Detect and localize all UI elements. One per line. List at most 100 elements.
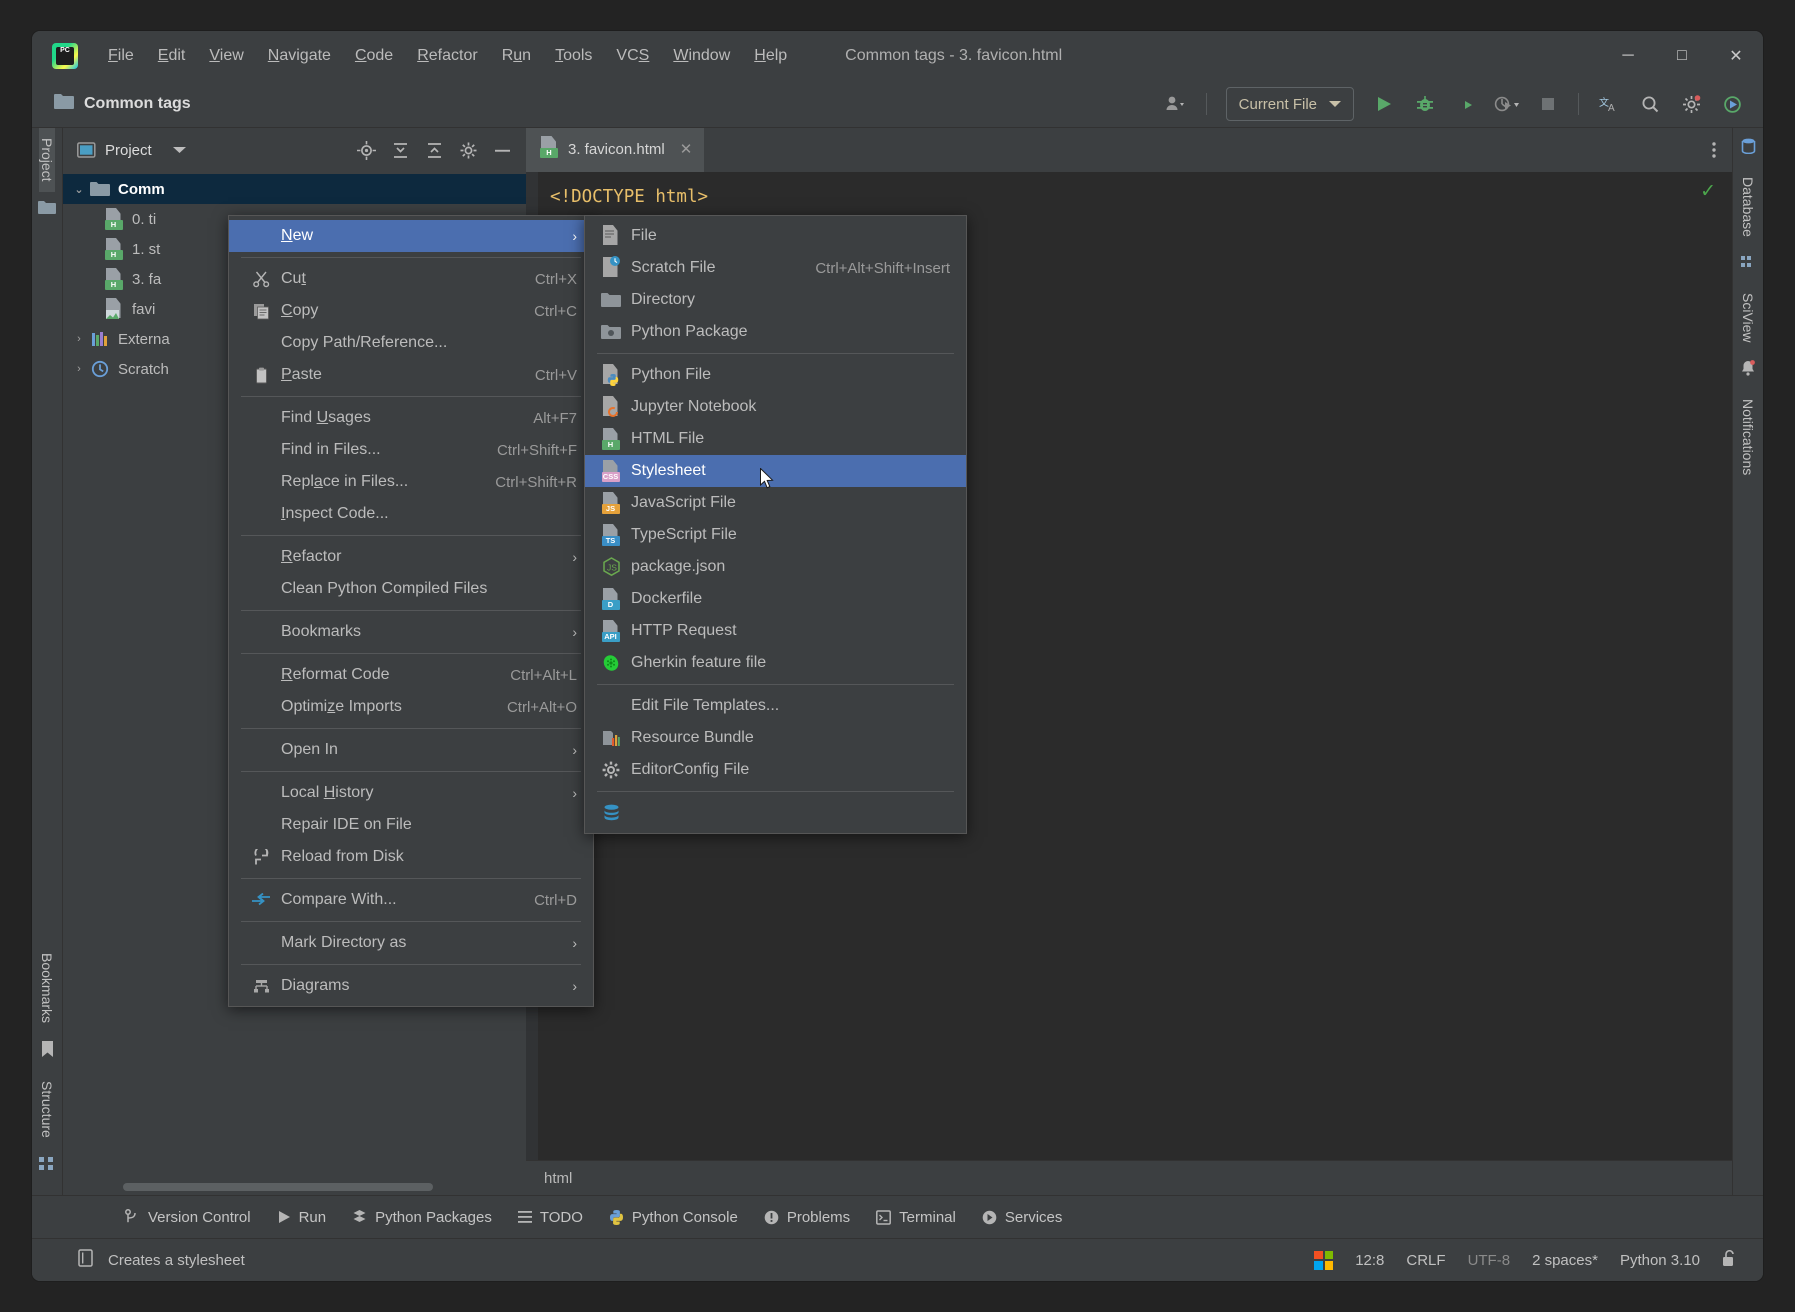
context-menu-item-open-in[interactable]: Open In › <box>229 734 593 766</box>
tool-window-python-packages[interactable]: Python Packages <box>339 1204 505 1231</box>
project-folder-icon[interactable] <box>38 200 56 220</box>
menu-navigate[interactable]: Navigate <box>256 43 343 69</box>
menu-file[interactable]: File <box>96 43 146 69</box>
project-panel-tab[interactable]: Project <box>77 142 186 159</box>
submenu-item-http-request[interactable]: API HTTP Request <box>585 615 966 647</box>
indent-setting[interactable]: 2 spaces* <box>1532 1252 1598 1269</box>
submenu-item-javascript-file[interactable]: JS JavaScript File <box>585 487 966 519</box>
run-with-coverage-button[interactable] <box>1447 87 1485 121</box>
submenu-item-file[interactable]: File <box>585 220 966 252</box>
context-menu-item-cut[interactable]: Cut Ctrl+X <box>229 263 593 295</box>
submenu-item-gherkin-feature-file[interactable]: Gherkin feature file <box>585 647 966 679</box>
context-menu-item-local-history[interactable]: Local History › <box>229 777 593 809</box>
context-menu-item-bookmarks[interactable]: Bookmarks › <box>229 616 593 648</box>
tool-window-todo[interactable]: TODO <box>505 1204 596 1231</box>
close-button[interactable]: ✕ <box>1709 31 1763 81</box>
menu-view[interactable]: View <box>197 43 255 69</box>
windows-icon[interactable] <box>1314 1250 1334 1270</box>
tool-window-terminal[interactable]: Terminal <box>863 1204 969 1231</box>
line-separator[interactable]: CRLF <box>1406 1252 1445 1269</box>
rail-tab-sciview[interactable]: SciView <box>1740 283 1756 353</box>
sciview-icon[interactable] <box>1740 255 1756 275</box>
context-menu-item-compare-with[interactable]: Compare With... Ctrl+D <box>229 884 593 916</box>
structure-icon[interactable] <box>39 1156 55 1177</box>
project-horizontal-scrollbar[interactable] <box>63 1179 526 1195</box>
context-menu-item-find-usages[interactable]: Find Usages Alt+F7 <box>229 402 593 434</box>
menu-run[interactable]: Run <box>490 43 543 69</box>
context-menu-item-copy[interactable]: Copy Ctrl+C <box>229 295 593 327</box>
context-menu-item-mark-directory-as[interactable]: Mark Directory as › <box>229 927 593 959</box>
context-menu-item-inspect-code[interactable]: Inspect Code... <box>229 498 593 530</box>
notifications-bell-icon[interactable] <box>1741 360 1755 381</box>
context-menu-item-optimize-imports[interactable]: Optimize Imports Ctrl+Alt+O <box>229 691 593 723</box>
bookmark-icon[interactable] <box>41 1041 54 1063</box>
context-menu-item-refactor[interactable]: Refactor › <box>229 541 593 573</box>
submenu-item-jupyter-notebook[interactable]: Jupyter Notebook <box>585 391 966 423</box>
debug-button[interactable] <box>1406 87 1444 121</box>
rail-tab-bookmarks[interactable]: Bookmarks <box>39 943 55 1033</box>
context-menu-item-reformat-code[interactable]: Reformat Code Ctrl+Alt+L <box>229 659 593 691</box>
menu-tools[interactable]: Tools <box>543 43 604 69</box>
user-avatar-icon[interactable] <box>1157 87 1195 121</box>
tool-window-run[interactable]: Run <box>264 1204 340 1231</box>
run-configuration-selector[interactable]: Current File <box>1225 87 1354 121</box>
rail-tab-notifications[interactable]: Notifications <box>1740 389 1756 485</box>
minimize-button[interactable]: ─ <box>1601 31 1655 81</box>
rail-tab-project[interactable]: Project <box>39 128 55 192</box>
submenu-item-html-file[interactable]: H HTML File <box>585 423 966 455</box>
memory-indicator-icon[interactable] <box>78 1249 94 1271</box>
submenu-item-python-file[interactable]: Python File <box>585 359 966 391</box>
run-button[interactable] <box>1365 87 1403 121</box>
context-menu-item-copy-path[interactable]: Copy Path/Reference... <box>229 327 593 359</box>
submenu-item-directory[interactable]: Directory <box>585 284 966 316</box>
context-menu-item-reload-from-disk[interactable]: Reload from Disk <box>229 841 593 873</box>
expand-all-icon[interactable] <box>384 135 416 165</box>
rail-tab-structure[interactable]: Structure <box>39 1071 55 1148</box>
translate-icon[interactable]: 文 A <box>1590 87 1628 121</box>
hide-panel-icon[interactable] <box>486 135 518 165</box>
context-menu-item-new[interactable]: New › <box>229 220 593 252</box>
settings-gear-icon[interactable] <box>1672 87 1710 121</box>
python-interpreter[interactable]: Python 3.10 <box>1620 1252 1700 1269</box>
inspection-status-icon[interactable]: ✓ <box>1700 180 1716 203</box>
context-menu-item-repair-ide[interactable]: Repair IDE on File <box>229 809 593 841</box>
menu-vcs[interactable]: VCS <box>604 43 661 69</box>
submenu-item-typescript-file[interactable]: TS TypeScript File <box>585 519 966 551</box>
twisty-expanded-icon[interactable]: ⌄ <box>69 183 89 196</box>
menu-help[interactable]: Help <box>742 43 799 69</box>
submenu-item-stylesheet[interactable]: CSS Stylesheet <box>585 455 966 487</box>
context-menu-item-paste[interactable]: Paste Ctrl+V <box>229 359 593 391</box>
menu-edit[interactable]: Edit <box>146 43 198 69</box>
stop-button[interactable] <box>1529 87 1567 121</box>
submenu-item-edit-file-templates[interactable]: Edit File Templates... <box>585 690 966 722</box>
submenu-item-python-package[interactable]: Python Package <box>585 316 966 348</box>
panel-settings-gear-icon[interactable] <box>452 135 484 165</box>
search-icon[interactable] <box>1631 87 1669 121</box>
context-menu-item-find-in-files[interactable]: Find in Files... Ctrl+Shift+F <box>229 434 593 466</box>
collapse-all-icon[interactable] <box>418 135 450 165</box>
menu-code[interactable]: Code <box>343 43 405 69</box>
submenu-item-editorconfig-file[interactable]: EditorConfig File <box>585 754 966 786</box>
context-menu-item-diagrams[interactable]: Diagrams › <box>229 970 593 1002</box>
maximize-button[interactable]: □ <box>1655 31 1709 81</box>
caret-position[interactable]: 12:8 <box>1355 1252 1384 1269</box>
unlocked-icon[interactable] <box>1722 1249 1737 1271</box>
breadcrumb[interactable]: html <box>526 1160 1732 1195</box>
submenu-item-resource-bundle[interactable]: Resource Bundle <box>585 722 966 754</box>
tool-window-problems[interactable]: Problems <box>751 1204 863 1231</box>
submenu-item-data-source-in-path[interactable] <box>585 797 966 829</box>
twisty-collapsed-icon[interactable]: › <box>69 333 89 345</box>
updates-icon[interactable] <box>1713 87 1751 121</box>
locate-file-icon[interactable] <box>350 135 382 165</box>
submenu-item-dockerfile[interactable]: D Dockerfile <box>585 583 966 615</box>
editor-options-icon[interactable] <box>1696 128 1732 172</box>
submenu-item-scratch-file[interactable]: Scratch File Ctrl+Alt+Shift+Insert <box>585 252 966 284</box>
twisty-collapsed-icon[interactable]: › <box>69 363 89 375</box>
menu-window[interactable]: Window <box>661 43 742 69</box>
menu-refactor[interactable]: Refactor <box>405 43 489 69</box>
tool-window-python-console[interactable]: Python Console <box>596 1204 751 1231</box>
tree-row-common-tags[interactable]: ⌄ Comm <box>63 174 526 204</box>
context-menu-item-clean-compiled[interactable]: Clean Python Compiled Files <box>229 573 593 605</box>
tool-window-version-control[interactable]: Version Control <box>112 1204 264 1231</box>
close-icon[interactable]: ✕ <box>680 140 693 158</box>
